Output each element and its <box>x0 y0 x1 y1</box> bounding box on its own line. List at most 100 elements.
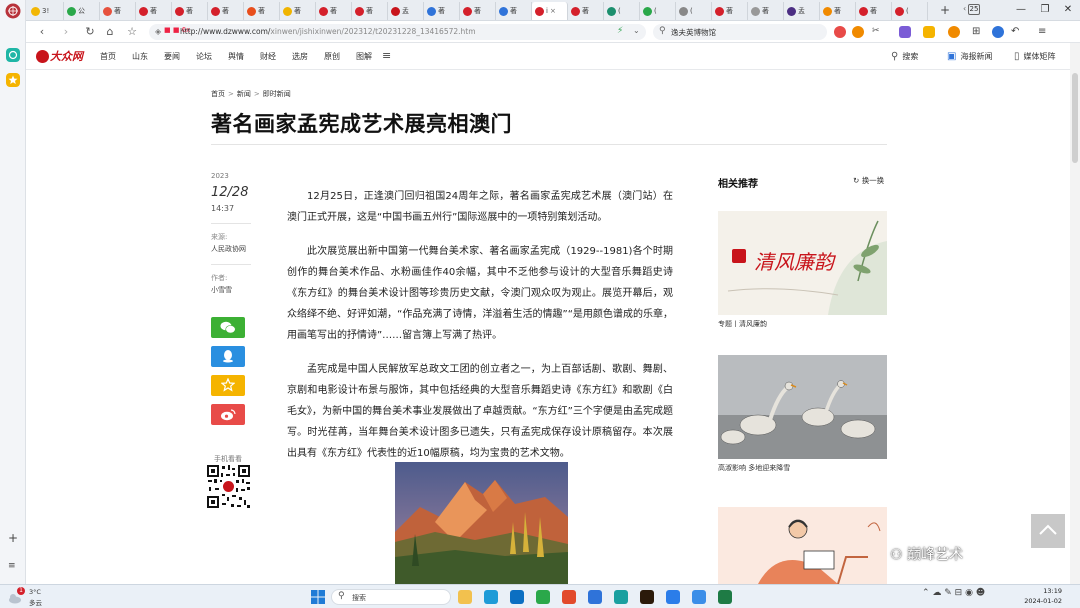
recommend-card[interactable] <box>718 507 887 584</box>
site-nav-item[interactable]: 首页 <box>92 43 124 70</box>
tab-overflow-icon[interactable]: ‹ <box>963 4 966 13</box>
browser-tab[interactable]: 著 <box>100 2 136 20</box>
browser-tab[interactable]: 著 <box>244 2 280 20</box>
wechat-icon[interactable] <box>536 590 550 604</box>
mail-icon[interactable] <box>510 590 524 604</box>
extension-purple-icon[interactable] <box>899 26 911 38</box>
recommend-card[interactable]: 清风廉韵 专题丨清风廉韵 <box>718 211 887 329</box>
browser-tab[interactable]: 著 <box>172 2 208 20</box>
ie-icon[interactable] <box>992 26 1004 38</box>
weibo-extension-icon[interactable] <box>834 26 846 38</box>
browser-tab[interactable]: ( <box>640 2 676 20</box>
browser-tab[interactable]: 著 <box>856 2 892 20</box>
site-nav-item[interactable]: 图解 <box>348 43 380 70</box>
back-icon[interactable]: ‹ <box>34 24 50 40</box>
browser-tab[interactable]: 孟 <box>784 2 820 20</box>
system-clock[interactable]: 13:19 2024-01-02 <box>1022 587 1062 605</box>
wechat-work-icon[interactable] <box>692 590 706 604</box>
extension-icon[interactable] <box>852 26 864 38</box>
browser-tab[interactable]: 著 <box>424 2 460 20</box>
site-logo[interactable]: 大众网 <box>36 49 83 64</box>
edge-browser-icon[interactable] <box>484 590 498 604</box>
photos-icon[interactable] <box>614 590 628 604</box>
weather-widget[interactable]: 1 3°C 多云 <box>6 587 56 607</box>
bookmark-star-icon[interactable]: ☆ <box>124 24 140 40</box>
sidebar-apps-icon[interactable] <box>6 48 20 62</box>
close-window-button[interactable]: ✕ <box>1054 2 1080 18</box>
share-qq-button[interactable] <box>211 346 245 367</box>
new-tab-button[interactable]: + <box>940 3 950 17</box>
scissors-icon[interactable]: ✂ <box>872 26 884 38</box>
extension-orange-icon[interactable] <box>948 26 960 38</box>
browser-tab[interactable]: 孟 <box>388 2 424 20</box>
browser-tab[interactable]: i × <box>532 2 568 20</box>
back-to-top-button[interactable] <box>1031 514 1065 548</box>
browser-tab[interactable]: ( <box>676 2 712 20</box>
tab-close-icon[interactable]: × <box>550 7 556 15</box>
illustrator-icon[interactable] <box>640 590 654 604</box>
qq-browser-icon[interactable] <box>588 590 602 604</box>
share-weibo-button[interactable] <box>211 404 245 425</box>
windows-start-icon[interactable] <box>311 590 325 604</box>
system-tray[interactable]: ⌃ ☁ ✎ ⊟ ◉ ☻ <box>922 588 985 598</box>
scrollbar-thumb[interactable] <box>1072 73 1078 163</box>
sidebar-add-icon[interactable]: + <box>8 531 18 545</box>
browser-search-field[interactable]: ⚲ 逸夫英博物馆 <box>653 24 827 40</box>
sidebar-favorites-icon[interactable] <box>6 73 20 87</box>
browser-tab[interactable]: ( <box>892 2 928 20</box>
browser-logo-icon[interactable] <box>5 3 21 19</box>
breadcrumb-home[interactable]: 首页 <box>211 90 225 98</box>
header-search-link[interactable]: ⚲ 搜索 <box>891 43 918 70</box>
browser-tab[interactable]: 著 <box>208 2 244 20</box>
menu-icon[interactable]: ≡ <box>1038 26 1050 38</box>
site-nav-item[interactable]: 舆情 <box>220 43 252 70</box>
browser-sidebar: + ≡ <box>0 0 26 584</box>
nav-more-icon[interactable]: ≡ <box>382 49 391 63</box>
taskbar-search[interactable]: ⚲ 搜索 <box>331 589 451 605</box>
url-field[interactable]: ◈ ■ ■ 6x http://www.dzwww.com/xinwen/jis… <box>149 24 646 40</box>
site-nav-item[interactable]: 财经 <box>252 43 284 70</box>
excel-icon[interactable] <box>718 590 732 604</box>
security-icon[interactable]: ◈ <box>155 27 161 36</box>
sogou-icon[interactable] <box>562 590 576 604</box>
baidu-netdisk-icon[interactable] <box>666 590 680 604</box>
undo-icon[interactable]: ↶ <box>1011 26 1023 38</box>
browser-tab[interactable]: 著 <box>280 2 316 20</box>
site-nav-item[interactable]: 选房 <box>284 43 316 70</box>
site-nav-item[interactable]: 论坛 <box>188 43 220 70</box>
browser-tab[interactable]: 著 <box>820 2 856 20</box>
browser-tab[interactable]: 著 <box>712 2 748 20</box>
share-wechat-button[interactable] <box>211 317 245 338</box>
site-nav-item[interactable]: 原创 <box>316 43 348 70</box>
browser-tab[interactable]: 著 <box>748 2 784 20</box>
shield-extension-icon[interactable] <box>923 26 935 38</box>
browser-tab[interactable]: 著 <box>496 2 532 20</box>
recommend-card[interactable]: 高淑影响 多地迎来降雪 <box>718 355 887 473</box>
refresh-button[interactable]: ↻ 换一换 <box>853 175 884 186</box>
home-icon[interactable]: ⌂ <box>102 24 118 40</box>
page-scrollbar[interactable] <box>1070 43 1080 584</box>
apps-grid-icon[interactable]: ⊞ <box>972 26 984 38</box>
breadcrumb-instant-news[interactable]: 即时新闻 <box>263 90 291 98</box>
browser-tab[interactable]: 3! <box>28 2 64 20</box>
share-favorite-button[interactable] <box>211 375 245 396</box>
browser-tab[interactable]: 著 <box>352 2 388 20</box>
media-matrix-link[interactable]: ▯ 媒体矩阵 <box>1014 43 1056 70</box>
forward-icon[interactable]: › <box>58 24 74 40</box>
site-nav-item[interactable]: 要闻 <box>156 43 188 70</box>
browser-tab[interactable]: 著 <box>460 2 496 20</box>
browser-tab[interactable]: 著 <box>568 2 604 20</box>
poster-news-link[interactable]: ▣ 海报新闻 <box>947 43 992 70</box>
file-explorer-icon[interactable] <box>458 590 472 604</box>
url-dropdown-icon[interactable]: ⌄ <box>633 26 640 35</box>
tab-count-badge[interactable]: 25 <box>968 4 980 15</box>
browser-tab[interactable]: ( <box>604 2 640 20</box>
reload-icon[interactable]: ↻ <box>82 24 98 40</box>
sidebar-menu-icon[interactable]: ≡ <box>8 561 16 571</box>
breadcrumb-news[interactable]: 新闻 <box>237 90 251 98</box>
browser-tab[interactable]: 著 <box>316 2 352 20</box>
site-nav-item[interactable]: 山东 <box>124 43 156 70</box>
browser-tab[interactable]: 著 <box>136 2 172 20</box>
browser-tab[interactable]: 公 <box>64 2 100 20</box>
speed-mode-icon[interactable]: ⚡ <box>617 26 623 36</box>
